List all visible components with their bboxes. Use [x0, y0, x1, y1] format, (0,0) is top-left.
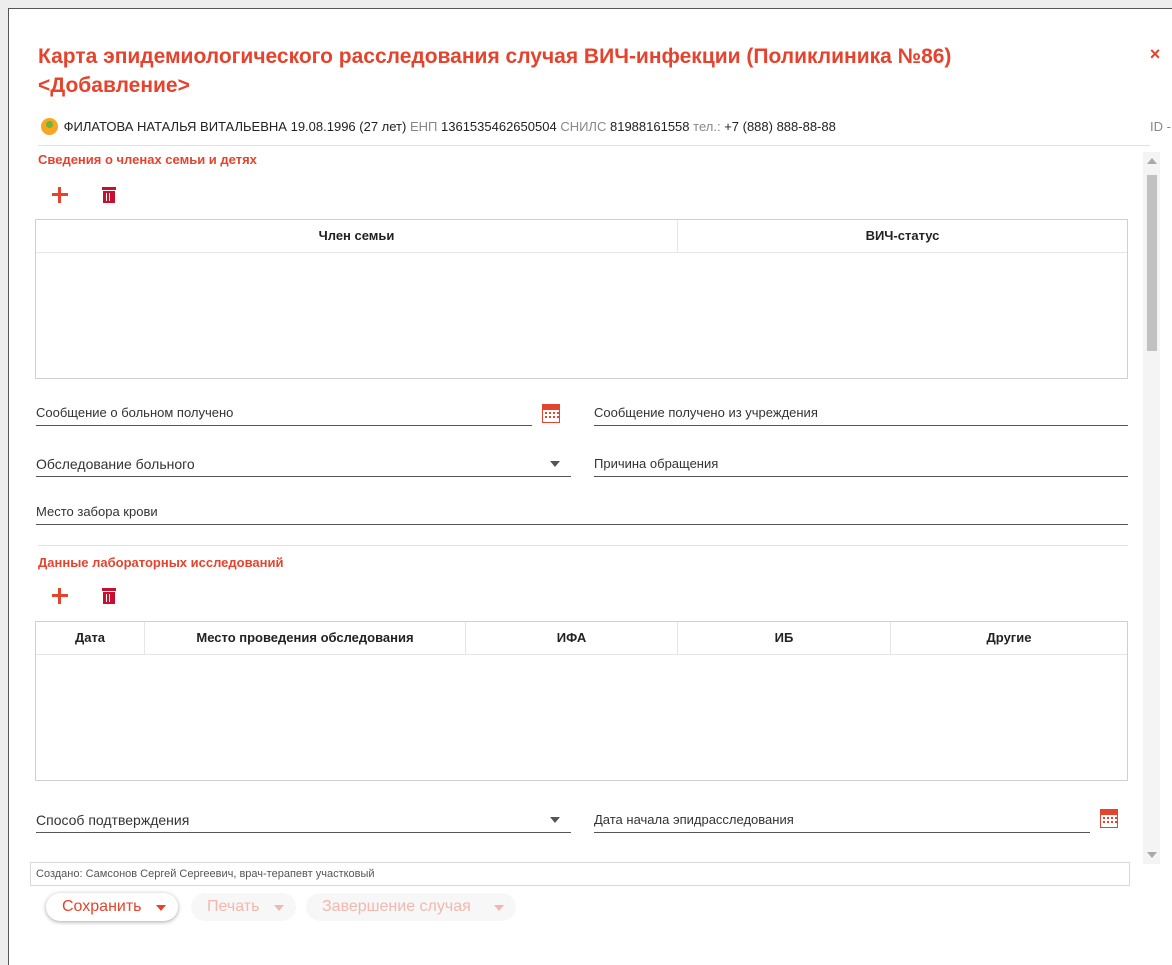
lab-col-date[interactable]: Дата	[36, 622, 145, 654]
content-scrollbar[interactable]	[1143, 152, 1160, 864]
scroll-up-icon[interactable]	[1147, 158, 1157, 164]
blood-place-label: Место забора крови	[36, 504, 158, 519]
patient-name: ФИЛАТОВА НАТАЛЬЯ ВИТАЛЬЕВНА	[63, 119, 287, 134]
family-section-title: Сведения о членах семьи и детях	[38, 152, 257, 167]
patient-id-label: ID -	[1150, 119, 1171, 134]
lab-col-place[interactable]: Место проведения обследования	[145, 622, 466, 654]
family-col-member[interactable]: Член семьи	[36, 220, 678, 252]
investigation-start-label: Дата начала эпидрасследования	[594, 812, 794, 827]
chevron-down-icon	[156, 905, 166, 911]
close-icon[interactable]: ×	[1145, 44, 1165, 66]
examination-label: Обследование больного	[36, 456, 195, 472]
phone-label: тел.:	[693, 119, 721, 134]
complete-case-button[interactable]: Завершение случая	[306, 893, 516, 921]
snils-label: СНИЛС	[560, 119, 607, 134]
created-by-text: Создано: Самсонов Сергей Сергеевич, врач…	[30, 862, 1130, 886]
delete-family-member-trash-icon[interactable]	[99, 184, 121, 206]
enp-value: 1361535462650504	[441, 119, 557, 134]
lab-col-other[interactable]: Другие	[891, 622, 1127, 654]
print-button[interactable]: Печать	[191, 893, 296, 921]
enp-label: ЕНП	[409, 119, 438, 134]
patient-avatar-icon	[41, 118, 58, 136]
delete-lab-trash-icon[interactable]	[99, 585, 121, 607]
trash-lid	[102, 187, 116, 190]
scroll-down-icon[interactable]	[1147, 852, 1157, 858]
report-received-date-field[interactable]: Сообщение о больном получено	[36, 400, 532, 426]
examination-select[interactable]: Обследование больного	[36, 451, 571, 477]
confirmation-method-label: Способ подтверждения	[36, 812, 190, 828]
save-button-label: Сохранить	[62, 898, 142, 915]
family-col-hiv-status[interactable]: ВИЧ-статус	[678, 220, 1127, 252]
lab-grid-header: Дата Место проведения обследования ИФА И…	[36, 622, 1127, 655]
chevron-down-icon[interactable]	[550, 817, 560, 823]
print-button-label: Печать	[207, 898, 260, 915]
lab-section-title: Данные лабораторных исследований	[38, 555, 284, 570]
blood-place-field[interactable]: Место забора крови	[36, 499, 1128, 525]
chevron-down-icon	[494, 905, 504, 911]
chevron-down-icon	[274, 905, 284, 911]
complete-case-label: Завершение случая	[322, 898, 471, 915]
patient-info-bar: ФИЛАТОВА НАТАЛЬЯ ВИТАЛЬЕВНА 19.08.1996 (…	[41, 118, 1171, 145]
report-institution-field[interactable]: Сообщение получено из учреждения	[594, 400, 1128, 426]
header-divider	[38, 145, 1150, 146]
add-lab-plus-icon[interactable]	[49, 585, 71, 607]
report-received-label: Сообщение о больном получено	[36, 405, 234, 420]
lab-col-ib[interactable]: ИБ	[678, 622, 891, 654]
snils-value: 81988161558	[609, 119, 690, 134]
report-received-calendar-icon[interactable]	[541, 403, 561, 423]
save-button[interactable]: Сохранить	[46, 893, 178, 921]
trash-lid	[102, 588, 116, 591]
investigation-start-date-field[interactable]: Дата начала эпидрасследования	[594, 807, 1090, 833]
patient-birth-date: 19.08.1996 (27 лет)	[290, 119, 407, 134]
confirmation-method-select[interactable]: Способ подтверждения	[36, 807, 571, 833]
section-divider	[38, 545, 1128, 546]
trash-body	[103, 191, 115, 203]
trash-body	[103, 592, 115, 604]
family-grid-header: Член семьи ВИЧ-статус	[36, 220, 1127, 253]
calendar-dots	[1103, 817, 1105, 819]
add-family-member-plus-icon[interactable]	[49, 184, 71, 206]
reason-label: Причина обращения	[594, 456, 719, 471]
phone-value: +7 (888) 888-88-88	[724, 119, 836, 134]
epid-card-dialog: Карта эпидемиологического расследования …	[8, 8, 1172, 965]
family-grid[interactable]: Член семьи ВИЧ-статус	[35, 219, 1128, 379]
lab-col-ifa[interactable]: ИФА	[466, 622, 678, 654]
chevron-down-icon[interactable]	[550, 461, 560, 467]
lab-grid[interactable]: Дата Место проведения обследования ИФА И…	[35, 621, 1128, 781]
calendar-dots	[545, 412, 547, 414]
report-institution-label: Сообщение получено из учреждения	[594, 405, 818, 420]
scrollbar-thumb[interactable]	[1147, 175, 1157, 351]
reason-field[interactable]: Причина обращения	[594, 451, 1128, 477]
dialog-title: Карта эпидемиологического расследования …	[38, 45, 952, 97]
investigation-start-calendar-icon[interactable]	[1099, 808, 1119, 828]
